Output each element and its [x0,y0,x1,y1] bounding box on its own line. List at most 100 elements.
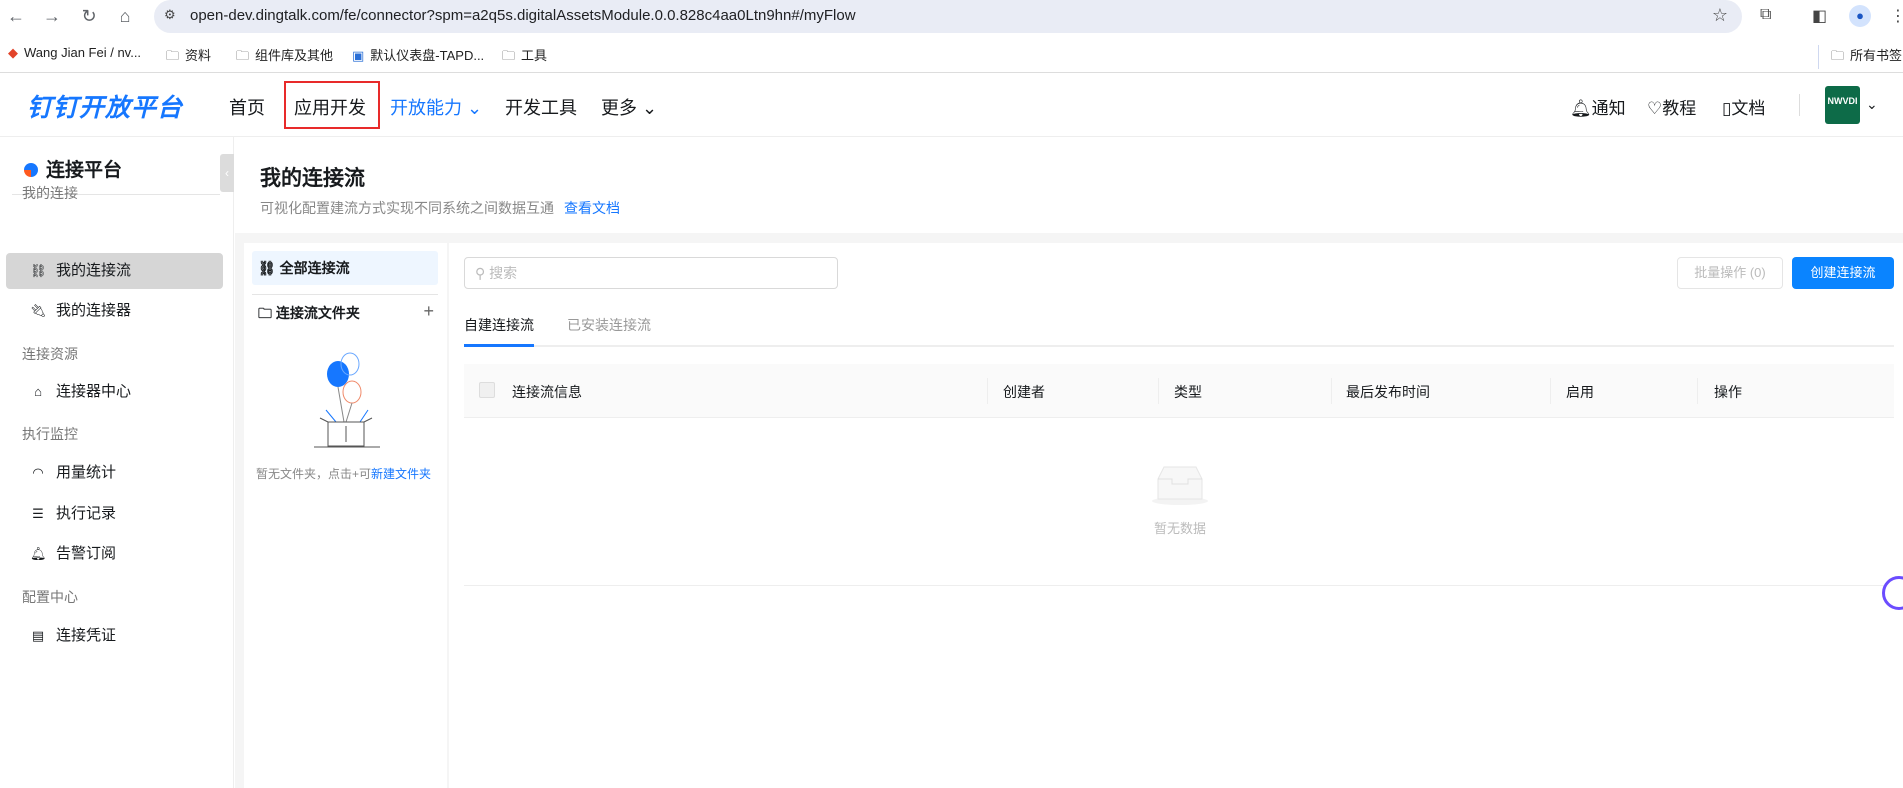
active-tab-indicator [464,344,534,347]
top-header: 钉钉开放平台 首页 应用开发 开放能力 ⌄ 开发工具 更多 ⌄ 🔔︎通知 ♡教程… [0,74,1903,137]
column-actions: 操作 [1714,384,1742,400]
address-bar[interactable]: ⚙ open-dev.dingtalk.com/fe/connector?spm… [154,0,1742,33]
notify-link[interactable]: 🔔︎通知 [1570,94,1626,119]
empty-folder-text: 暂无文件夹，点击+可新建文件夹 [256,467,432,481]
plug-icon: 🔌︎ [30,303,47,318]
column-separator [1697,378,1698,404]
gauge-icon: ◠ [32,465,44,480]
bookmark-folder[interactable]: 🗀 组件库及其他 [236,45,333,69]
create-flow-button[interactable]: 创建连接流 [1792,257,1894,289]
book-icon: ▯ [1722,99,1732,118]
sidebar-item-credentials[interactable]: ▤ 连接凭证 [6,618,223,654]
sidebar-item-exec-log[interactable]: ☰ 执行记录 [6,496,223,532]
page-subtitle: 可视化配置建流方式实现不同系统之间数据互通 查看文档 [260,200,620,216]
browser-toolbar: ← → ↻ ⌂ ⚙ open-dev.dingtalk.com/fe/conne… [0,0,1903,34]
bookmarks-bar: ◆ Wang Jian Fei / nv... 🗀 资料 🗀 组件库及其他 ▣ 默认仪表… [0,34,1903,73]
batch-operation-button[interactable]: 批量操作 (0) [1677,257,1783,289]
site-info-icon[interactable]: ⚙ [164,7,176,23]
empty-inbox-icon [1152,466,1208,505]
empty-text: 暂无数据 [1153,521,1206,536]
menu-icon[interactable]: ⋮ [1890,6,1903,26]
view-docs-link[interactable]: 查看文档 [564,200,620,216]
bell-icon: 🔔︎ [1570,99,1592,118]
chevron-down-icon: ⌄ [467,98,483,118]
highlight-box [284,81,380,129]
table-bottom-border [464,585,1894,586]
tutorial-link[interactable]: ♡教程 [1647,94,1696,119]
nav-dev-tools[interactable]: 开发工具 [505,94,577,120]
nav-home[interactable]: 首页 [229,94,265,120]
list-icon: ☰ [32,506,44,521]
tab-self-built[interactable]: 自建连接流 [464,315,534,335]
nav-open-capability[interactable]: 开放能力 ⌄ [390,94,482,120]
bookmark-gitlab[interactable]: ◆ Wang Jian Fei / nv... [8,45,141,61]
sidebar-item-my-flows[interactable]: ⛓ 我的连接流 [6,253,223,289]
flow-icon: ⛓ [30,263,47,278]
all-bookmarks[interactable]: 🗀 所有书签 [1818,45,1902,69]
avatar[interactable]: NWVDI [1825,86,1860,124]
section-label: 执行监控 [22,426,78,442]
forward-icon[interactable]: → [41,6,63,27]
folder-icon: 🗀 [166,48,180,63]
column-separator [1158,378,1159,404]
back-icon[interactable]: ← [5,6,27,27]
sidebar-item-connector-center[interactable]: ⌂ 连接器中心 [6,374,223,410]
page-title: 我的连接流 [260,167,365,190]
sidebar-item-usage[interactable]: ◠ 用量统计 [6,455,223,491]
bookmark-folder[interactable]: 🗀 资料 [166,45,211,69]
credential-icon: ▤ [31,628,45,643]
page-header: 我的连接流 可视化配置建流方式实现不同系统之间数据互通 查看文档 [235,137,1903,233]
empty-folder-illustration [314,352,380,448]
tab-installed[interactable]: 已安装连接流 [567,315,651,335]
column-enabled: 启用 [1566,384,1594,400]
logo[interactable]: 钉钉开放平台 [27,88,183,124]
search-icon: ⚲ [475,265,490,281]
divider [252,294,438,295]
folder-icon: 🗀 [236,48,250,63]
column-flow-info: 连接流信息 [512,384,582,400]
nav-more[interactable]: 更多 ⌄ [601,94,657,120]
sidebar-item-my-connectors[interactable]: 🔌︎ 我的连接器 [6,293,223,329]
tapd-icon: ▣ [352,48,365,63]
section-label: 我的连接 [22,185,78,201]
folder-icon: 🗀 [1831,48,1845,63]
flow-icon: ⛓ [258,260,280,276]
bell-icon: 🔔︎ [30,546,47,561]
extensions-icon[interactable]: ⧉ [1760,6,1771,24]
profile-icon[interactable]: ● [1849,5,1871,27]
chevron-down-icon[interactable]: ⌄ [1866,96,1878,113]
flow-list-panel [449,243,1903,788]
search-input[interactable]: ⚲ 搜索 [464,257,838,289]
sidebar: 连接平台 我的连接 ⛓ 我的连接流 🔌︎ 我的连接器 连接资源 ⌂ 连接器中心 执行监… [0,137,234,788]
home-icon[interactable]: ⌂ [114,6,136,27]
gitlab-icon: ◆ [8,45,18,60]
folder-icon: 🗀 [502,48,516,63]
section-label: 配置中心 [22,589,78,605]
all-flows-item[interactable]: ⛓ 全部连接流 [252,251,438,285]
side-panel-icon[interactable]: ◧ [1812,6,1827,26]
docs-link[interactable]: ▯文档 [1722,94,1765,119]
collapse-sidebar-button[interactable]: ‹ [220,154,234,192]
column-separator [987,378,988,404]
divider [1799,94,1800,116]
column-separator [1550,378,1551,404]
column-creator: 创建者 [1003,384,1045,400]
column-separator [1331,378,1332,404]
bulb-icon: ♡ [1647,99,1663,118]
sidebar-item-alerts[interactable]: 🔔︎ 告警订阅 [6,536,223,572]
select-all-checkbox[interactable] [479,382,495,398]
add-folder-button[interactable]: + [423,301,434,322]
tab-bar-line [464,345,1894,347]
connector-logo-icon [24,163,38,177]
chevron-down-icon: ⌄ [642,98,658,118]
bookmark-folder[interactable]: 🗀 工具 [502,45,547,69]
bookmark-star-icon[interactable]: ☆ [1712,5,1728,26]
bookmark-tapd[interactable]: ▣ 默认仪表盘-TAPD... [352,45,484,64]
new-folder-link[interactable]: 新建文件夹 [371,467,431,481]
reload-icon[interactable]: ↻ [78,6,100,27]
column-type: 类型 [1174,384,1202,400]
url-text[interactable]: open-dev.dingtalk.com/fe/connector?spm=a… [190,7,856,24]
column-last-published: 最后发布时间 [1346,384,1430,400]
sidebar-title: 连接平台 [24,155,122,182]
table-header: 连接流信息 创建者 类型 最后发布时间 启用 操作 [464,364,1894,418]
